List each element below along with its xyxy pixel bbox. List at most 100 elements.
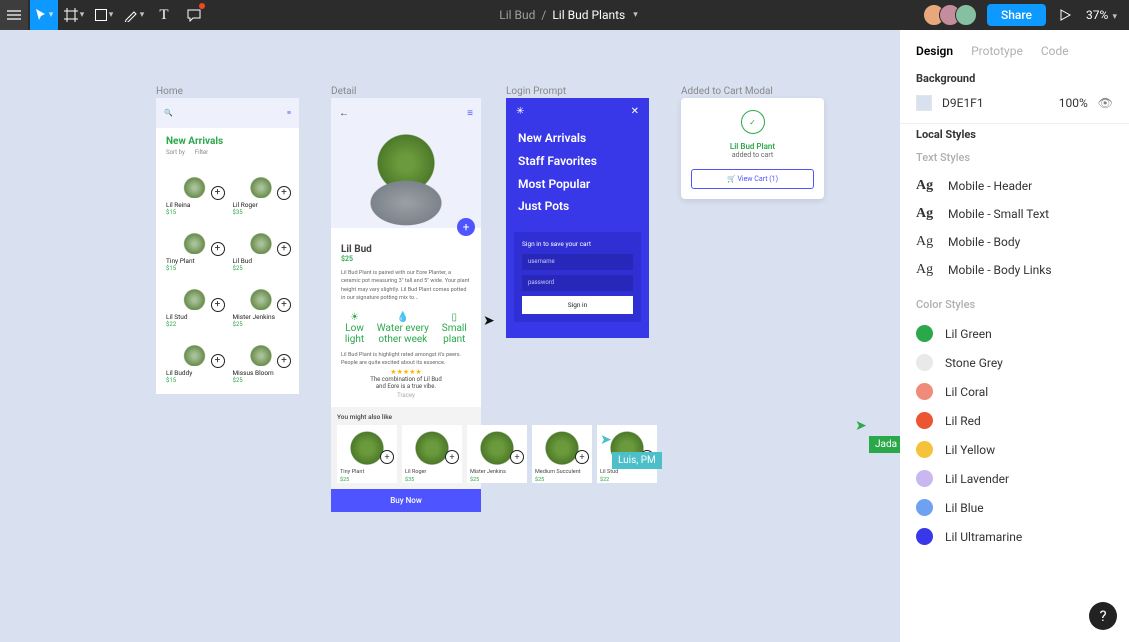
product-image: + <box>166 276 223 310</box>
product-price: $25 <box>233 265 290 272</box>
canvas[interactable]: Home Detail Login Prompt Added to Cart M… <box>0 30 900 642</box>
add-icon: + <box>211 298 225 312</box>
text-style-item[interactable]: AgMobile - Header <box>916 172 1113 200</box>
color-name: Lil Coral <box>945 385 988 399</box>
file-title[interactable]: Lil Bud / Lil Bud Plants ▾ <box>208 8 929 22</box>
add-icon: + <box>445 450 459 464</box>
cursor-label: Jada <box>869 436 900 453</box>
add-icon: + <box>277 242 291 256</box>
visibility-toggle[interactable]: 👁 <box>1098 96 1113 110</box>
review-line: The combination of Lil Bud <box>351 376 461 383</box>
color-swatch <box>916 383 933 400</box>
product-name: Tiny Plant <box>337 467 397 475</box>
frame-cart-modal[interactable]: ✓ Lil Bud Plant added to cart 🛒 View Car… <box>681 98 824 199</box>
help-button[interactable]: ? <box>1089 602 1117 630</box>
frame-label[interactable]: Added to Cart Modal <box>681 86 773 97</box>
bg-hex-input[interactable]: D9E1F1 <box>942 96 1049 110</box>
color-name: Lil Ultramarine <box>945 530 1022 544</box>
product-title: Lil Bud <box>341 244 471 255</box>
bg-swatch[interactable] <box>916 95 932 111</box>
product-price: $25 <box>337 475 397 483</box>
color-style-item[interactable]: Lil Coral <box>916 377 1113 406</box>
product-name: Mister Jenkins <box>467 467 527 475</box>
cart-product-name: Lil Bud Plant <box>691 142 814 151</box>
product-name: Lil Roger <box>233 201 290 209</box>
text-style-item[interactable]: AgMobile - Body Links <box>916 256 1113 284</box>
hamburger-icon: ≡ <box>467 108 473 119</box>
sparkle-icon: ✳ <box>516 106 524 117</box>
suggestion-card: + Mister Jenkins $25 <box>467 425 527 483</box>
bg-opacity-input[interactable]: 100% <box>1059 96 1088 110</box>
add-fab: + <box>457 218 475 236</box>
add-icon: + <box>211 354 225 368</box>
text-tool[interactable]: T <box>150 0 178 30</box>
tab-design[interactable]: Design <box>916 44 953 58</box>
color-style-item[interactable]: Lil Red <box>916 406 1113 435</box>
product-description: Lil Bud Plant is paired with our Eore Pl… <box>341 269 471 302</box>
product-hero-image: + <box>331 128 481 228</box>
text-style-icon: Ag <box>916 178 936 194</box>
properties-panel: Design Prototype Code Background D9E1F1 … <box>900 30 1129 642</box>
password-field: password <box>522 275 633 291</box>
frame-label[interactable]: Login Prompt <box>506 86 566 97</box>
pen-tool[interactable]: ▾ <box>120 0 148 30</box>
add-icon: + <box>211 186 225 200</box>
tab-code[interactable]: Code <box>1041 44 1069 58</box>
color-name: Lil Blue <box>945 501 984 515</box>
tab-prototype[interactable]: Prototype <box>971 44 1023 58</box>
product-image: + <box>233 332 290 366</box>
view-cart-button: 🛒 View Cart (1) <box>691 169 814 189</box>
add-icon: + <box>211 242 225 256</box>
product-image: + <box>166 164 223 198</box>
cursor-label: Luis, PM <box>612 452 662 469</box>
color-style-item[interactable]: Lil Blue <box>916 493 1113 522</box>
sort-button: Sort by <box>166 149 185 156</box>
zoom-level[interactable]: 37% ▾ <box>1086 8 1117 22</box>
present-button[interactable] <box>1056 0 1076 30</box>
frame-login[interactable]: ✳ ✕ New ArrivalsStaff FavoritesMost Popu… <box>506 98 649 338</box>
color-style-item[interactable]: Lil Green <box>916 319 1113 348</box>
suggestion-card: + Lil Roger $35 <box>402 425 462 483</box>
product-name: Lil Bud <box>233 257 290 265</box>
color-style-item[interactable]: Lil Ultramarine <box>916 522 1113 551</box>
add-icon: + <box>277 186 291 200</box>
product-name: Mister Jenkins <box>233 313 290 321</box>
menu-button[interactable] <box>0 0 28 30</box>
product-name: Lil Buddy <box>166 369 223 377</box>
checkmark-icon: ✓ <box>741 110 765 134</box>
product-name: Tiny Plant <box>166 257 223 265</box>
highlight-text: Lil Bud Plant is highlight rated amongst… <box>341 351 471 368</box>
local-styles-heading: Local Styles <box>916 128 1113 141</box>
share-button[interactable]: Share <box>987 4 1046 26</box>
frame-home[interactable]: 🔍 ≡ New Arrivals Sort by Filter + Lil Re… <box>156 98 299 394</box>
product-name: Lil Stud <box>166 313 223 321</box>
project-name: Lil Bud <box>499 8 535 22</box>
add-icon: + <box>510 450 524 464</box>
color-swatch <box>916 499 933 516</box>
frame-label[interactable]: Home <box>156 86 183 97</box>
search-icon: 🔍 <box>164 109 173 117</box>
frame-tool[interactable]: ▾ <box>60 0 88 30</box>
add-icon: + <box>575 450 589 464</box>
collaborator-avatars[interactable] <box>929 4 977 26</box>
frame-detail[interactable]: ← ≡ + Lil Bud $25 Lil Bud Plant is paire… <box>331 98 481 512</box>
text-style-item[interactable]: AgMobile - Body <box>916 228 1113 256</box>
collaborator-cursor-jada: ➤ Jada <box>855 418 900 453</box>
color-style-item[interactable]: Lil Yellow <box>916 435 1113 464</box>
signin-button: Sign in <box>522 296 633 314</box>
product-card: + Lil Roger $35 <box>233 164 290 216</box>
text-style-item[interactable]: AgMobile - Small Text <box>916 200 1113 228</box>
move-tool[interactable]: ▾ <box>30 0 58 30</box>
product-card: + Lil Reina $15 <box>166 164 223 216</box>
hamburger-icon: ≡ <box>287 109 291 117</box>
shape-tool[interactable]: ▾ <box>90 0 118 30</box>
add-icon: + <box>380 450 394 464</box>
color-style-item[interactable]: Lil Lavender <box>916 464 1113 493</box>
close-icon: ✕ <box>631 106 639 117</box>
color-style-item[interactable]: Stone Grey <box>916 348 1113 377</box>
frame-label[interactable]: Detail <box>331 86 356 97</box>
comment-tool[interactable] <box>180 0 208 30</box>
avatar[interactable] <box>955 4 977 26</box>
ruler-icon: ▯ <box>438 312 471 323</box>
product-card: + Missus Bloom $25 <box>233 332 290 384</box>
